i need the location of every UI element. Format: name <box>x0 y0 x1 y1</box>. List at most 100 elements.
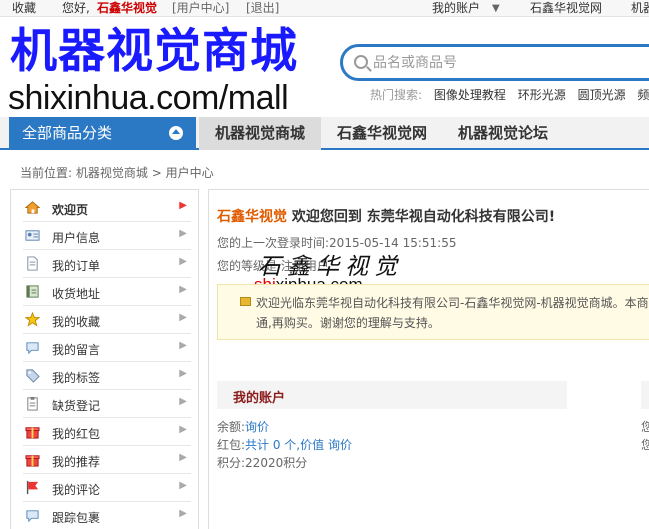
logo-title[interactable]: 机器视觉商城 <box>10 24 298 80</box>
balance-row: 余额:询价 <box>217 418 269 435</box>
speech-bubble-icon <box>26 342 39 355</box>
sidebar-item-welcome[interactable]: 欢迎页 ▶ <box>23 195 191 222</box>
notice-box: 欢迎光临东莞华视自动化科技有限公司-石鑫华视觉网-机器视觉商城。本商服沟通,再购… <box>217 284 649 340</box>
greeting-text: 您好, <box>62 1 90 15</box>
tab-mall[interactable]: 机器视觉商城 <box>199 117 321 150</box>
chevron-right-icon: ▶ <box>179 480 187 491</box>
points-label: 积分: <box>217 456 246 470</box>
account-title: 我的账户 <box>233 391 286 406</box>
chevron-right-icon: ▶ <box>179 424 187 435</box>
breadcrumb-current[interactable]: 用户中心 <box>166 166 214 180</box>
hot-search-label: 热门搜索: <box>370 88 423 102</box>
hot-search-link[interactable]: 圆顶光源 <box>578 88 626 102</box>
chevron-right-icon: ▶ <box>179 312 187 323</box>
sidebar-item-label: 用户信息 <box>52 231 101 245</box>
welcome-username: 石鑫华视觉 <box>217 209 287 225</box>
notice-text: 欢迎光临东莞华视自动化科技有限公司-石鑫华视觉网-机器视觉商城。本商服沟通,再购… <box>256 296 649 330</box>
sidebar-item-label: 我的评论 <box>52 483 101 497</box>
collapse-icon <box>169 126 183 140</box>
home-icon <box>25 201 40 214</box>
all-categories-label: 全部商品分类 <box>22 124 113 142</box>
username-link[interactable]: 石鑫华视觉 <box>97 1 157 16</box>
logout-link[interactable]: [退出] <box>246 1 279 16</box>
flag-icon <box>26 480 39 495</box>
sidebar-item-label: 我的留言 <box>52 343 101 357</box>
star-icon <box>25 312 40 327</box>
sidebar-item-label: 跟踪包裹 <box>52 511 101 525</box>
chevron-right-icon: ▶ <box>179 340 187 351</box>
chevron-right-icon: ▶ <box>179 256 187 267</box>
chevron-right-icon: ▶ <box>179 284 187 295</box>
chevron-right-icon: ▶ <box>179 452 187 463</box>
sidebar-item-out-of-stock[interactable]: 缺货登记 ▶ <box>23 391 191 418</box>
chevron-right-icon: ▶ <box>179 368 187 379</box>
chevron-right-icon: ▶ <box>179 396 187 407</box>
id-card-icon <box>25 230 40 241</box>
sidebar-item-user-info[interactable]: 用户信息 ▶ <box>23 223 191 250</box>
envelope-icon <box>240 297 251 306</box>
sidebar-item-orders[interactable]: 我的订单 ▶ <box>23 251 191 278</box>
welcome-heading: 石鑫华视觉 欢迎您回到 东莞华视自动化科技有限公司! <box>217 206 555 226</box>
welcome-message: 欢迎您回到 东莞华视自动化科技有限公司! <box>291 209 556 225</box>
sidebar-item-messages[interactable]: 我的留言 ▶ <box>23 335 191 362</box>
breadcrumb: 当前位置: 机器视觉商城 > 用户中心 <box>20 164 214 181</box>
breadcrumb-label: 当前位置: <box>20 166 73 180</box>
hot-search-link[interactable]: 环形光源 <box>518 88 566 102</box>
tab-forum[interactable]: 机器视觉论坛 <box>443 117 563 150</box>
sidebar-item-recommend[interactable]: 我的推荐 ▶ <box>23 447 191 474</box>
sidebar-item-comments[interactable]: 我的评论 ▶ <box>23 475 191 502</box>
red-packet-label: 红包: <box>217 438 246 452</box>
sidebar-item-label: 我的订单 <box>52 259 101 273</box>
favorite-link[interactable]: 收藏 <box>12 1 36 16</box>
sidebar-item-label: 欢迎页 <box>52 203 89 217</box>
hot-search: 热门搜索: 图像处理教程 环形光源 圆顶光源 频 <box>370 86 649 103</box>
hot-search-link[interactable]: 频 <box>637 88 649 102</box>
logo-url[interactable]: shixinhua.com/mall <box>8 78 289 118</box>
sidebar-item-label: 缺货登记 <box>52 399 101 413</box>
sidebar-item-tags[interactable]: 我的标签 ▶ <box>23 363 191 390</box>
sidebar-item-label: 我的收藏 <box>52 315 101 329</box>
sidebar-item-favorites[interactable]: 我的收藏 ▶ <box>23 307 191 334</box>
site-link-machine[interactable]: 机器 <box>631 1 649 16</box>
sidebar-item-red-packets[interactable]: 我的红包 ▶ <box>23 419 191 446</box>
account-section-header-right <box>641 381 649 409</box>
breadcrumb-separator: > <box>151 166 162 180</box>
sidebar: 欢迎页 ▶ 用户信息 ▶ 我的订单 ▶ 收货地址 ▶ 我的收藏 ▶ 我的留言 ▶… <box>10 189 199 529</box>
main-nav: 全部商品分类 机器视觉商城 石鑫华视觉网 机器视觉论坛 <box>0 117 649 150</box>
search-icon <box>354 55 368 69</box>
speech-bubble-icon <box>26 510 39 523</box>
search-input[interactable] <box>373 52 643 74</box>
chevron-right-icon: ▶ <box>179 508 187 519</box>
points-row: 积分:22020积分 <box>217 454 307 471</box>
user-center-link[interactable]: [用户中心] <box>172 1 229 16</box>
tag-icon <box>26 369 40 383</box>
red-packet-link[interactable]: 共计 0 个,价值 询价 <box>245 438 352 452</box>
tab-shixinhua[interactable]: 石鑫华视觉网 <box>321 117 443 150</box>
sidebar-item-address[interactable]: 收货地址 ▶ <box>23 279 191 306</box>
balance-inquiry-link[interactable]: 询价 <box>245 420 269 434</box>
account-section-header: 我的账户 <box>217 381 567 409</box>
hot-search-link[interactable]: 图像处理教程 <box>434 88 506 102</box>
sidebar-item-label: 我的推荐 <box>52 455 101 469</box>
right-column-text: 您 <box>641 420 649 434</box>
balance-label: 余额: <box>217 420 246 434</box>
site-link-shixinhua[interactable]: 石鑫华视觉网 <box>530 1 602 16</box>
breadcrumb-mall-link[interactable]: 机器视觉商城 <box>76 166 148 180</box>
all-categories-button[interactable]: 全部商品分类 <box>9 117 196 150</box>
top-bar: 收藏 您好, 石鑫华视觉 [用户中心] [退出] 我的账户 ▼ 石鑫华视觉网 机… <box>0 0 649 17</box>
search-box <box>340 44 649 81</box>
clipboard-icon <box>27 396 38 411</box>
sidebar-item-track-package[interactable]: 跟踪包裹 ▶ <box>23 503 191 529</box>
chevron-down-icon[interactable]: ▼ <box>492 1 500 16</box>
sidebar-item-label: 我的红包 <box>52 427 101 441</box>
right-column-text: 您 <box>641 438 649 452</box>
my-account-menu[interactable]: 我的账户 <box>432 1 480 16</box>
chevron-right-icon: ▶ <box>179 200 187 211</box>
gift-icon <box>25 427 40 439</box>
red-packet-row: 红包:共计 0 个,价值 询价 <box>217 436 352 453</box>
chevron-right-icon: ▶ <box>179 228 187 239</box>
points-value: 22020积分 <box>245 456 308 470</box>
address-book-icon <box>26 285 39 298</box>
main-panel: 石鑫华视觉 欢迎您回到 东莞华视自动化科技有限公司! 您的上一次登录时间:201… <box>208 189 649 529</box>
sidebar-item-label: 收货地址 <box>52 287 101 301</box>
